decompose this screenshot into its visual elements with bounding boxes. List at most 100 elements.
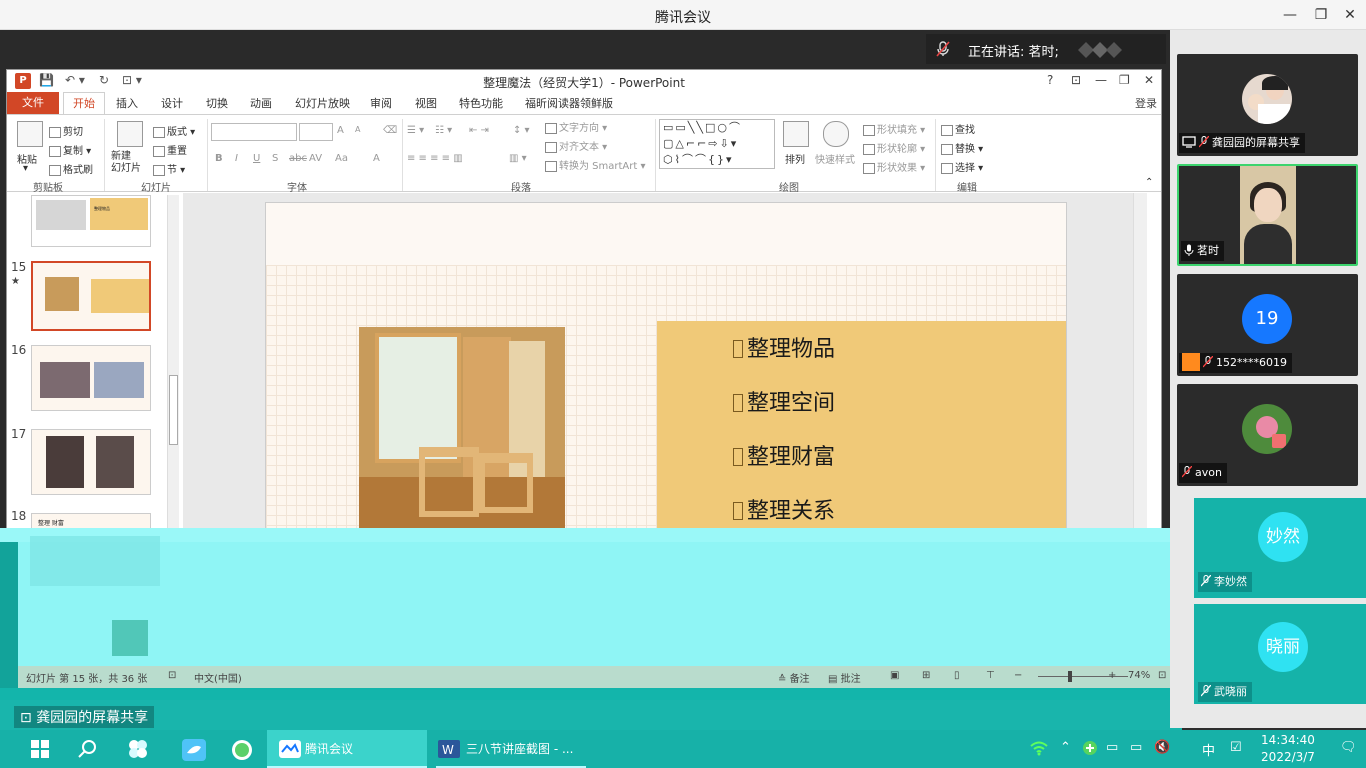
zoom-slider-knob[interactable] bbox=[1068, 671, 1072, 682]
pinwheel-app-icon[interactable] bbox=[128, 739, 148, 759]
smartart-button[interactable]: 转换为 SmartArt ▾ bbox=[545, 157, 646, 172]
participant-tile[interactable]: 茗时 bbox=[1177, 164, 1358, 266]
wechat-icon[interactable] bbox=[230, 739, 254, 761]
ribbon-display-icon[interactable]: ⊡ bbox=[1071, 73, 1081, 87]
quick-styles-icon[interactable] bbox=[823, 121, 849, 147]
replace-button[interactable]: 替换 ▾ bbox=[941, 140, 983, 155]
line-spacing-icon[interactable]: ↕ ▾ bbox=[513, 125, 530, 136]
tab-animations[interactable]: 动画 bbox=[250, 95, 272, 111]
checkbox-tray-icon[interactable]: ☑ bbox=[1230, 740, 1242, 755]
tab-home[interactable]: 开始 bbox=[63, 92, 105, 115]
bird-app-icon[interactable] bbox=[182, 739, 206, 761]
shapes-gallery[interactable]: ▭▭╲╲□○⌒ ▢△⌐⌐⇨⇩▾ ⬡⌇⌒⌒{}▾ bbox=[659, 119, 775, 169]
ppt-restore-icon[interactable]: ❐ bbox=[1119, 73, 1130, 87]
slide-thumbnail-15[interactable] bbox=[31, 261, 151, 331]
search-icon[interactable] bbox=[78, 739, 98, 759]
bullet-item[interactable]: 整理空间 bbox=[733, 385, 835, 417]
speaker-muted-icon[interactable]: 🔇 bbox=[1154, 740, 1170, 755]
tab-view[interactable]: 视图 bbox=[415, 95, 437, 111]
battery-icon[interactable]: ▭ bbox=[1106, 740, 1118, 755]
tab-features[interactable]: 特色功能 bbox=[459, 95, 503, 111]
shrink-font-button[interactable]: A bbox=[355, 125, 360, 134]
bullets-icon[interactable]: ☰ ▾ bbox=[407, 125, 424, 136]
minimize-icon[interactable]: — bbox=[1280, 5, 1300, 25]
zoom-in-icon[interactable]: + bbox=[1108, 670, 1116, 681]
arrange-button[interactable]: 排列 bbox=[785, 151, 805, 166]
ppt-minimize-icon[interactable]: — bbox=[1095, 73, 1107, 87]
canvas-scrollbar[interactable] bbox=[1133, 193, 1147, 528]
slide-thumbnail-16[interactable] bbox=[31, 345, 151, 411]
shape-outline-button[interactable]: 形状轮廓 ▾ bbox=[863, 140, 925, 155]
char-spacing-button[interactable]: AV bbox=[309, 153, 322, 164]
arrange-icon[interactable] bbox=[783, 121, 809, 147]
copy-button[interactable]: 复制 ▾ bbox=[49, 142, 91, 157]
find-button[interactable]: 查找 bbox=[941, 121, 975, 136]
windows-start-icon[interactable] bbox=[30, 739, 50, 759]
participant-tile[interactable]: 19 152****6019 bbox=[1177, 274, 1358, 376]
tab-design[interactable]: 设计 bbox=[161, 95, 183, 111]
chevron-up-icon[interactable]: ⌃ bbox=[1060, 740, 1071, 755]
notification-icon[interactable]: 🗨 bbox=[1340, 740, 1357, 755]
network-icon[interactable]: ▭ bbox=[1130, 740, 1142, 755]
text-direction-button[interactable]: 文字方向 ▾ bbox=[545, 119, 607, 134]
new-slide-icon[interactable] bbox=[117, 121, 143, 147]
section-button[interactable]: 节 ▾ bbox=[153, 161, 185, 176]
sorter-view-icon[interactable]: ⊞ bbox=[922, 670, 930, 681]
login-link[interactable]: 登录 bbox=[1135, 95, 1157, 111]
participant-tile[interactable]: 龚园园的屏幕共享 bbox=[1177, 54, 1358, 156]
italic-button[interactable]: I bbox=[235, 153, 238, 164]
participant-tile[interactable]: 妙然 李妙然 bbox=[1194, 498, 1366, 598]
tab-file[interactable]: 文件 bbox=[7, 92, 59, 114]
participant-tile[interactable]: avon bbox=[1177, 384, 1358, 486]
font-size-combo[interactable] bbox=[299, 123, 333, 141]
slide-thumbnail-17[interactable] bbox=[31, 429, 151, 495]
layout-button[interactable]: 版式 ▾ bbox=[153, 123, 195, 138]
zoom-out-icon[interactable]: − bbox=[1014, 670, 1022, 681]
format-painter-button[interactable]: 格式刷 bbox=[49, 161, 93, 176]
tab-review[interactable]: 审阅 bbox=[370, 95, 392, 111]
tab-foxit[interactable]: 福昕阅读器领鲜版 bbox=[525, 95, 613, 111]
cut-button[interactable]: 剪切 bbox=[49, 123, 83, 138]
ppt-close-icon[interactable]: ✕ bbox=[1144, 73, 1154, 87]
help-icon[interactable]: ? bbox=[1047, 73, 1053, 87]
strikethrough-button[interactable]: abc bbox=[289, 153, 307, 164]
reset-button[interactable]: 重置 bbox=[153, 142, 187, 157]
ime-indicator[interactable]: 中 bbox=[1202, 740, 1215, 759]
align-icons[interactable]: ≡ ≡ ≡ ≡ ▥ bbox=[407, 153, 463, 164]
fit-slide-icon[interactable]: ⊡ bbox=[1158, 670, 1166, 681]
font-color-button[interactable]: A bbox=[373, 153, 380, 164]
green-plus-icon[interactable] bbox=[1082, 740, 1098, 760]
close-icon[interactable]: ✕ bbox=[1340, 5, 1360, 25]
slideshow-view-icon[interactable]: ⊤ bbox=[986, 670, 995, 681]
slide-thumbnail-18[interactable]: 整理 财富 bbox=[31, 513, 151, 528]
tab-slideshow[interactable]: 幻灯片放映 bbox=[295, 95, 350, 111]
bullet-item[interactable]: 整理物品 bbox=[733, 331, 835, 363]
spellcheck-icon[interactable]: ⊡ bbox=[168, 670, 176, 681]
reading-view-icon[interactable]: ▯ bbox=[954, 670, 960, 681]
paste-icon[interactable] bbox=[17, 121, 43, 147]
room-photo[interactable] bbox=[359, 327, 565, 528]
columns-icon[interactable]: ▥ ▾ bbox=[509, 153, 527, 164]
slide-thumbnail-14[interactable]: 整理物品 bbox=[31, 195, 151, 247]
thumbnail-scrollbar[interactable] bbox=[167, 195, 179, 528]
select-button[interactable]: 选择 ▾ bbox=[941, 159, 983, 174]
shape-fill-button[interactable]: 形状填充 ▾ bbox=[863, 121, 925, 136]
participant-tile[interactable]: 晓丽 武晓丽 bbox=[1194, 604, 1366, 704]
collapse-ribbon-icon[interactable]: ⌃ bbox=[1145, 177, 1153, 188]
notes-button[interactable]: ≙ 备注 bbox=[778, 670, 810, 685]
change-case-button[interactable]: Aa bbox=[335, 153, 348, 164]
align-text-button[interactable]: 对齐文本 ▾ bbox=[545, 138, 607, 153]
taskbar-app-word[interactable]: W 三八节讲座截图 - ... bbox=[432, 730, 592, 768]
taskbar-app-tencent-meeting[interactable]: 腾讯会议 bbox=[267, 730, 427, 768]
underline-button[interactable]: U bbox=[253, 153, 260, 164]
bullet-item[interactable]: 整理关系 bbox=[733, 493, 835, 525]
normal-view-icon[interactable]: ▣ bbox=[890, 670, 899, 681]
system-clock[interactable]: 14:34:40 2022/3/7 bbox=[1256, 732, 1320, 766]
new-slide-button[interactable]: 新建 幻灯片 bbox=[111, 151, 141, 175]
shape-effects-button[interactable]: 形状效果 ▾ bbox=[863, 159, 925, 174]
numbering-icon[interactable]: ☷ ▾ bbox=[435, 125, 452, 136]
clear-format-icon[interactable]: ⌫ bbox=[383, 125, 397, 136]
wifi-icon[interactable] bbox=[1030, 740, 1048, 760]
restore-icon[interactable]: ❐ bbox=[1311, 5, 1331, 25]
current-slide[interactable]: 整理物品 整理空间 整理财富 整理关系 bbox=[265, 202, 1067, 528]
